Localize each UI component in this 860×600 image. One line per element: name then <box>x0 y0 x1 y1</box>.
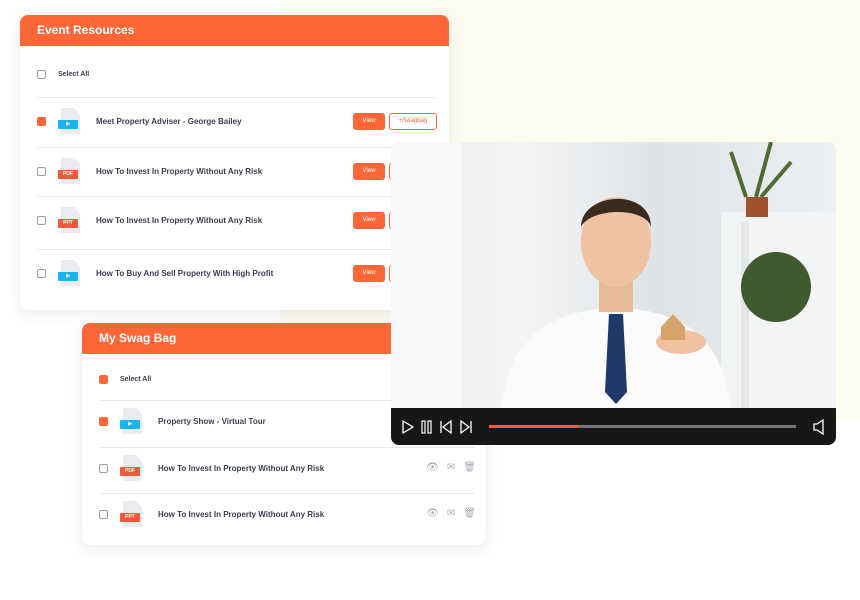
video-controls <box>391 408 836 445</box>
swag-row: PPT How To Invest In Property Without An… <box>99 501 474 527</box>
select-all-row[interactable]: Select All <box>37 70 437 79</box>
video-player[interactable] <box>391 142 836 445</box>
eye-icon[interactable]: 👁 <box>426 462 439 473</box>
video-file-icon: ▶ <box>58 260 80 286</box>
view-button[interactable]: View <box>353 113 385 130</box>
select-all-checkbox[interactable] <box>99 375 108 384</box>
video-file-icon: ▶ <box>58 108 80 134</box>
play-icon[interactable] <box>401 419 415 435</box>
divider <box>37 97 437 98</box>
card-title: Event Resources <box>20 15 449 46</box>
select-all-label: Select All <box>120 376 152 383</box>
resource-title: How To Buy And Sell Property With High P… <box>96 268 274 278</box>
divider <box>99 493 474 494</box>
pause-icon[interactable] <box>421 419 433 435</box>
ppt-file-icon: PPT <box>58 207 80 233</box>
progress-bar[interactable] <box>489 425 796 428</box>
view-button[interactable]: View <box>353 212 385 229</box>
swag-row: PDF How To Invest In Property Without An… <box>99 455 474 481</box>
row-checkbox[interactable] <box>37 215 46 225</box>
add-to-swagbag-button[interactable]: +Swagbag <box>389 113 437 130</box>
view-button[interactable]: View <box>353 163 385 180</box>
video-file-icon: ▶ <box>120 408 142 434</box>
divider <box>37 196 437 197</box>
volume-icon[interactable] <box>812 418 826 435</box>
row-checkbox[interactable] <box>37 268 46 278</box>
resource-title: Property Show - Virtual Tour <box>158 416 266 426</box>
row-checkbox[interactable] <box>99 416 108 426</box>
video-frame-person <box>391 142 836 412</box>
trash-icon[interactable]: 🗑 <box>463 508 476 519</box>
divider <box>37 147 437 148</box>
row-checkbox[interactable] <box>99 463 108 473</box>
resource-title: How To Invest In Property Without Any Ri… <box>96 215 263 225</box>
divider <box>37 249 437 250</box>
mail-icon[interactable]: ✉ <box>447 508 455 519</box>
ppt-file-icon: PPT <box>120 501 142 527</box>
row-actions: 👁 ✉ 🗑 <box>426 462 476 473</box>
mail-icon[interactable]: ✉ <box>447 462 455 473</box>
resource-title: How To Invest In Property Without Any Ri… <box>158 509 325 519</box>
divider <box>99 447 474 448</box>
row-checkbox[interactable] <box>37 166 46 176</box>
trash-icon[interactable]: 🗑 <box>463 462 476 473</box>
select-all-label: Select All <box>58 71 90 78</box>
event-resources-card: Event Resources Select All ▶ Meet Proper… <box>20 15 449 310</box>
progress-fill <box>489 425 579 428</box>
next-icon[interactable] <box>459 419 473 435</box>
view-button[interactable]: View <box>353 265 385 282</box>
row-actions: 👁 ✉ 🗑 <box>426 508 476 519</box>
row-checkbox[interactable] <box>99 509 108 519</box>
select-all-checkbox[interactable] <box>37 70 46 79</box>
eye-icon[interactable]: 👁 <box>426 508 439 519</box>
pdf-file-icon: PDF <box>58 158 80 184</box>
row-checkbox[interactable] <box>37 116 46 126</box>
previous-icon[interactable] <box>439 419 453 435</box>
resource-title: How To Invest In Property Without Any Ri… <box>96 166 263 176</box>
resource-title: Meet Property Adviser - George Bailey <box>96 116 242 126</box>
pdf-file-icon: PDF <box>120 455 142 481</box>
resource-title: How To Invest In Property Without Any Ri… <box>158 463 325 473</box>
